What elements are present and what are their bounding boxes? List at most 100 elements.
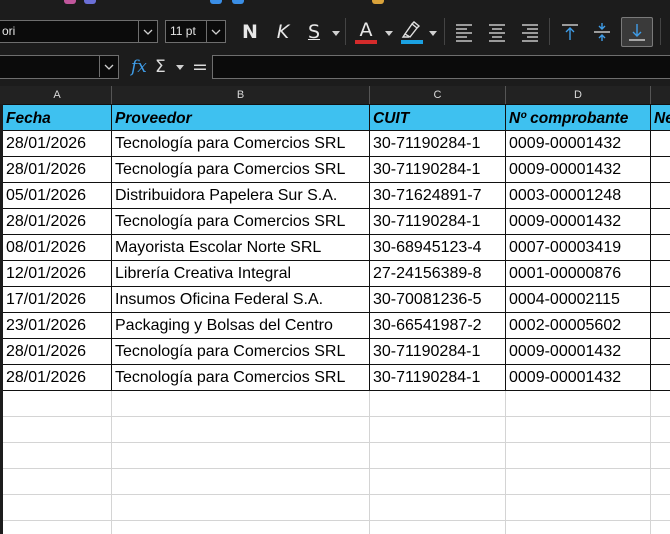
table-cell[interactable]: Librería Creativa Integral [112, 261, 370, 287]
table-cell[interactable]: 30-71190284-1 [370, 339, 506, 365]
empty-cell[interactable] [651, 417, 670, 443]
table-cell[interactable]: 30-71190284-1 [370, 157, 506, 183]
align-left-button[interactable] [451, 17, 477, 47]
table-cell[interactable]: 0007-00003419 [506, 235, 651, 261]
empty-cell[interactable] [651, 469, 670, 495]
table-cell[interactable]: Tecnología para Comercios SRL [112, 131, 370, 157]
table-cell[interactable]: Packaging y Bolsas del Centro [112, 313, 370, 339]
table-cell[interactable]: 05/01/2026 [3, 183, 112, 209]
header-cell-cuit[interactable]: CUIT [370, 104, 506, 131]
table-cell[interactable]: 30-71624891-7 [370, 183, 506, 209]
align-top-button[interactable] [557, 17, 583, 47]
font-color-button[interactable]: A [350, 17, 382, 47]
table-cell[interactable]: 0003-00001248 [506, 183, 651, 209]
formula-input[interactable] [212, 55, 670, 79]
table-cell[interactable]: Insumos Oficina Federal S.A. [112, 287, 370, 313]
empty-cell[interactable] [506, 417, 651, 443]
table-cell[interactable]: 0002-00005602 [506, 313, 651, 339]
empty-cell[interactable] [3, 391, 112, 417]
sum-dropdown-icon[interactable] [176, 65, 184, 70]
empty-cell[interactable] [370, 495, 506, 521]
highlight-dropdown-icon[interactable] [429, 31, 437, 36]
table-cell[interactable]: 30-71190284-1 [370, 131, 506, 157]
bold-button[interactable]: N [236, 17, 264, 47]
table-cell[interactable] [651, 157, 670, 183]
align-middle-button[interactable] [589, 17, 615, 47]
table-cell[interactable] [651, 313, 670, 339]
column-header-d[interactable]: D [506, 86, 651, 104]
font-color-dropdown-icon[interactable] [385, 31, 393, 36]
font-name-dropdown-button[interactable] [138, 21, 157, 42]
empty-cell[interactable] [651, 443, 670, 469]
table-cell[interactable]: 0009-00001432 [506, 209, 651, 235]
empty-cell[interactable] [370, 391, 506, 417]
table-cell[interactable] [651, 209, 670, 235]
table-cell[interactable]: Tecnología para Comercios SRL [112, 209, 370, 235]
column-header-c[interactable]: C [370, 86, 506, 104]
font-size-combo[interactable]: 11 pt [165, 20, 226, 43]
table-cell[interactable] [651, 365, 670, 391]
underline-button[interactable]: S [301, 17, 327, 47]
table-cell[interactable]: Tecnología para Comercios SRL [112, 339, 370, 365]
table-cell[interactable] [651, 287, 670, 313]
table-cell[interactable]: 0009-00001432 [506, 339, 651, 365]
table-cell[interactable]: 28/01/2026 [3, 339, 112, 365]
spreadsheet-grid[interactable]: A B C D Fecha Proveedor CUIT Nº comproba… [0, 86, 670, 534]
empty-cell[interactable] [506, 495, 651, 521]
column-header-e[interactable] [651, 86, 670, 104]
empty-cell[interactable] [651, 391, 670, 417]
empty-cell[interactable] [112, 443, 370, 469]
table-cell[interactable]: 30-71190284-1 [370, 209, 506, 235]
empty-cell[interactable] [506, 469, 651, 495]
empty-cell[interactable] [3, 443, 112, 469]
table-cell[interactable]: Tecnología para Comercios SRL [112, 157, 370, 183]
sum-icon[interactable]: Σ [155, 56, 171, 78]
align-center-button[interactable] [484, 17, 510, 47]
table-cell[interactable]: Distribuidora Papelera Sur S.A. [112, 183, 370, 209]
empty-cell[interactable] [370, 443, 506, 469]
table-cell[interactable]: Mayorista Escolar Norte SRL [112, 235, 370, 261]
table-cell[interactable] [651, 183, 670, 209]
formula-icon[interactable]: = [192, 56, 208, 78]
table-cell[interactable]: 0009-00001432 [506, 365, 651, 391]
table-cell[interactable]: 0009-00001432 [506, 131, 651, 157]
italic-button[interactable]: K [270, 17, 296, 47]
empty-cell[interactable] [370, 469, 506, 495]
font-size-dropdown-button[interactable] [206, 21, 225, 42]
name-box-dropdown-button[interactable] [99, 56, 118, 77]
empty-cell[interactable] [3, 417, 112, 443]
header-cell-fecha[interactable]: Fecha [3, 104, 112, 131]
table-cell[interactable]: 30-68945123-4 [370, 235, 506, 261]
table-cell[interactable]: 28/01/2026 [3, 157, 112, 183]
table-cell[interactable] [651, 131, 670, 157]
empty-cell[interactable] [3, 495, 112, 521]
highlight-button[interactable] [396, 17, 428, 47]
empty-cell[interactable] [112, 391, 370, 417]
table-cell[interactable]: 17/01/2026 [3, 287, 112, 313]
empty-cell[interactable] [112, 417, 370, 443]
table-cell[interactable]: 0004-00002115 [506, 287, 651, 313]
table-cell[interactable]: 0001-00000876 [506, 261, 651, 287]
empty-cell[interactable] [112, 495, 370, 521]
table-cell[interactable]: 30-66541987-2 [370, 313, 506, 339]
table-cell[interactable]: 0009-00001432 [506, 157, 651, 183]
table-cell[interactable] [651, 235, 670, 261]
empty-cell[interactable] [506, 521, 651, 534]
header-cell-proveedor[interactable]: Proveedor [112, 104, 370, 131]
table-cell[interactable]: 23/01/2026 [3, 313, 112, 339]
header-cell-comprobante[interactable]: Nº comprobante [506, 104, 651, 131]
empty-cell[interactable] [651, 521, 670, 534]
table-cell[interactable]: 28/01/2026 [3, 209, 112, 235]
name-box[interactable] [0, 55, 119, 79]
table-cell[interactable]: Tecnología para Comercios SRL [112, 365, 370, 391]
header-cell-truncated[interactable]: Ne [651, 104, 670, 131]
table-cell[interactable]: 30-70081236-5 [370, 287, 506, 313]
align-bottom-button[interactable] [621, 17, 653, 47]
empty-cell[interactable] [112, 521, 370, 534]
underline-dropdown-icon[interactable] [332, 31, 340, 36]
table-cell[interactable]: 28/01/2026 [3, 131, 112, 157]
empty-cell[interactable] [370, 521, 506, 534]
empty-cell[interactable] [506, 391, 651, 417]
table-cell[interactable] [651, 261, 670, 287]
font-name-combo[interactable]: ori [0, 20, 158, 43]
